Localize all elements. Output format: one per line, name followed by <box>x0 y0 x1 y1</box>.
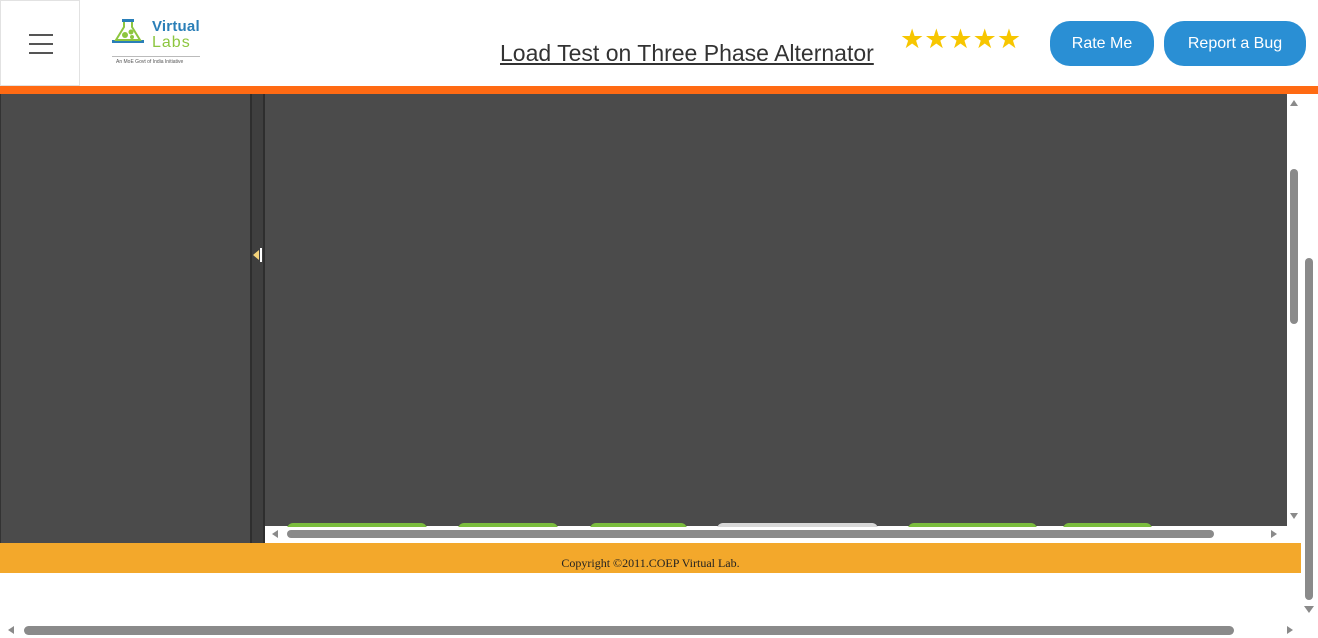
header: Virtual Labs An MoE Govt of India Initia… <box>0 0 1318 86</box>
star-rating-stars: ★★★★★ <box>900 24 1022 54</box>
scrollbar-thumb[interactable] <box>24 626 1234 635</box>
copyright-text: Copyright ©2011.COEP Virtual Lab. <box>561 556 740 570</box>
hamburger-icon-line <box>29 43 53 45</box>
logo-text-labs: Labs <box>152 34 191 51</box>
scroll-left-icon[interactable] <box>272 530 278 538</box>
panel-splitter[interactable] <box>250 94 265 543</box>
rate-me-button[interactable]: Rate Me <box>1050 21 1154 66</box>
report-bug-button[interactable]: Report a Bug <box>1164 21 1306 66</box>
collapse-bar <box>259 248 262 262</box>
scroll-down-icon[interactable] <box>1304 606 1314 613</box>
accent-bar <box>0 86 1318 94</box>
logo-tagline: An MoE Govt of India Initiative <box>116 59 184 65</box>
page: Virtual Labs An MoE Govt of India Initia… <box>0 0 1318 638</box>
page-title[interactable]: Load Test on Three Phase Alternator <box>500 40 874 67</box>
hamburger-icon-line <box>29 52 53 54</box>
menu-button[interactable] <box>0 0 80 86</box>
logo-divider <box>112 56 200 57</box>
page-vertical-scrollbar[interactable] <box>1301 94 1318 620</box>
scrollbar-thumb[interactable] <box>287 530 1214 538</box>
virtual-labs-logo[interactable]: Virtual Labs An MoE Govt of India Initia… <box>108 16 204 68</box>
footer: Copyright ©2011.COEP Virtual Lab. <box>0 543 1301 573</box>
left-panel <box>0 94 251 543</box>
star-rating[interactable]: ★★★★★ <box>900 24 1022 54</box>
scroll-left-icon[interactable] <box>8 626 14 634</box>
hamburger-icon <box>29 34 53 36</box>
scrollbar-thumb[interactable] <box>1305 258 1313 600</box>
canvas-horizontal-scrollbar[interactable] <box>265 527 1287 542</box>
page-horizontal-scrollbar[interactable] <box>0 622 1318 638</box>
scrollbar-thumb[interactable] <box>1290 169 1298 324</box>
logo-text-virtual: Virtual <box>152 18 200 35</box>
scroll-up-icon[interactable] <box>1290 100 1298 106</box>
collapse-arrow <box>252 250 259 260</box>
scroll-right-icon[interactable] <box>1287 626 1293 634</box>
collapse-left-icon[interactable] <box>250 247 264 263</box>
scroll-right-icon[interactable] <box>1271 530 1277 538</box>
canvas-vertical-scrollbar[interactable] <box>1287 94 1301 526</box>
simulation-canvas[interactable] <box>265 94 1287 526</box>
scroll-down-icon[interactable] <box>1290 513 1298 519</box>
flask-icon <box>112 19 144 43</box>
